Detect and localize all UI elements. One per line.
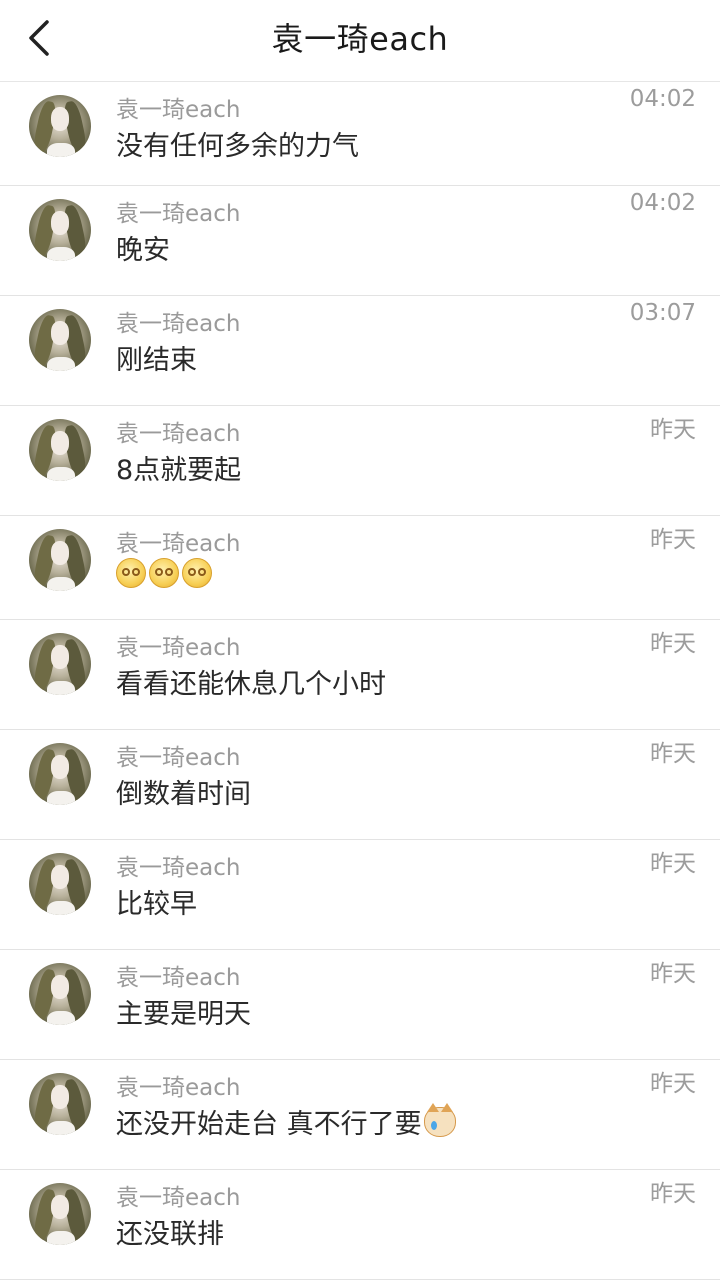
avatar[interactable] [29, 199, 91, 261]
avatar[interactable] [29, 529, 91, 591]
timestamp: 昨天 [650, 417, 696, 443]
message-text: 刚结束 [116, 345, 197, 376]
message-text: 晚安 [116, 235, 170, 266]
pleading-face-icon [182, 558, 212, 588]
message-text: 没有任何多余的力气 [116, 131, 359, 162]
list-item[interactable]: 袁一琦each 03:07 刚结束 [0, 296, 720, 406]
message-text: 主要是明天 [116, 999, 251, 1030]
page-title: 袁一琦each [271, 19, 449, 58]
list-item[interactable]: 袁一琦each 昨天 比较早 [0, 840, 720, 950]
list-item[interactable]: 袁一琦each 昨天 看看还能休息几个小时 [0, 620, 720, 730]
timestamp: 昨天 [650, 631, 696, 657]
avatar[interactable] [29, 419, 91, 481]
avatar[interactable] [29, 853, 91, 915]
pleading-face-icon [116, 558, 146, 588]
sender-name: 袁一琦each [116, 531, 241, 557]
pleading-face-icon [149, 558, 179, 588]
list-item[interactable]: 袁一琦each 昨天 [0, 516, 720, 620]
list-item[interactable]: 袁一琦each 昨天 还没开始走台 真不行了要 [0, 1060, 720, 1170]
crying-cat-icon [423, 1102, 456, 1137]
message-text: 还没开始走台 真不行了要 [116, 1102, 456, 1141]
timestamp: 03:07 [629, 300, 696, 326]
list-item[interactable]: 袁一琦each 昨天 主要是明天 [0, 950, 720, 1060]
sender-name: 袁一琦each [116, 635, 241, 661]
list-item[interactable]: 袁一琦each 04:02 没有任何多余的力气 [0, 82, 720, 186]
list-item[interactable]: 袁一琦each 昨天 还没联排 [0, 1170, 720, 1280]
message-text: 还没联排 [116, 1219, 224, 1250]
chevron-left-icon [29, 20, 49, 56]
avatar[interactable] [29, 95, 91, 157]
message-text [116, 558, 215, 588]
timestamp: 昨天 [650, 961, 696, 987]
avatar[interactable] [29, 633, 91, 695]
timestamp: 昨天 [650, 741, 696, 767]
message-list: 袁一琦each 04:02 没有任何多余的力气 袁一琦each 04:02 晚安… [0, 82, 720, 1280]
sender-name: 袁一琦each [116, 201, 241, 227]
top-bar: 袁一琦each [0, 0, 720, 82]
avatar[interactable] [29, 1183, 91, 1245]
sender-name: 袁一琦each [116, 97, 241, 123]
sender-name: 袁一琦each [116, 965, 241, 991]
timestamp: 昨天 [650, 1181, 696, 1207]
message-text: 倒数着时间 [116, 779, 251, 810]
message-text: 看看还能休息几个小时 [116, 669, 386, 700]
back-button[interactable] [18, 12, 62, 64]
message-text: 8点就要起 [116, 455, 242, 486]
list-item[interactable]: 袁一琦each 昨天 倒数着时间 [0, 730, 720, 840]
sender-name: 袁一琦each [116, 311, 241, 337]
avatar[interactable] [29, 309, 91, 371]
timestamp: 昨天 [650, 851, 696, 877]
avatar[interactable] [29, 963, 91, 1025]
list-item[interactable]: 袁一琦each 昨天 8点就要起 [0, 406, 720, 516]
sender-name: 袁一琦each [116, 1075, 241, 1101]
sender-name: 袁一琦each [116, 855, 241, 881]
timestamp: 04:02 [629, 86, 696, 112]
list-item[interactable]: 袁一琦each 04:02 晚安 [0, 186, 720, 296]
message-text: 比较早 [116, 889, 197, 920]
sender-name: 袁一琦each [116, 745, 241, 771]
timestamp: 04:02 [629, 190, 696, 216]
timestamp: 昨天 [650, 1071, 696, 1097]
sender-name: 袁一琦each [116, 1185, 241, 1211]
avatar[interactable] [29, 743, 91, 805]
sender-name: 袁一琦each [116, 421, 241, 447]
timestamp: 昨天 [650, 527, 696, 553]
avatar[interactable] [29, 1073, 91, 1135]
